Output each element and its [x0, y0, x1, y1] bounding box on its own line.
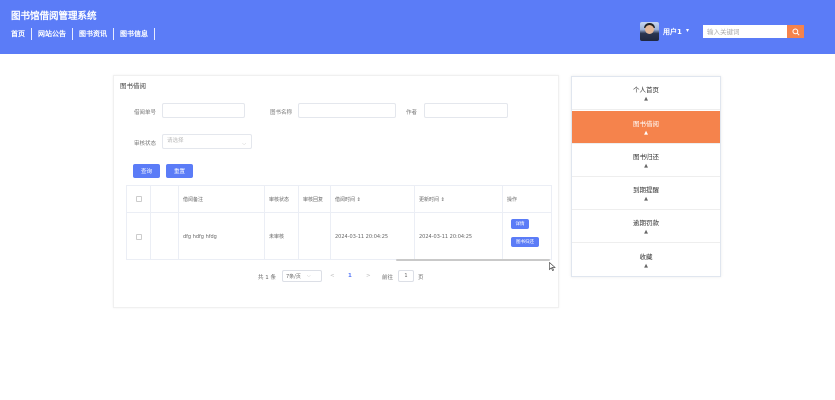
table-row: dfg hdfg hfdg 未审核 2024-03-11 20:04:25 20…	[127, 213, 551, 260]
row-ops-cell: 详情 图书归还	[503, 213, 551, 260]
search-input[interactable]	[703, 25, 787, 38]
side-item-return[interactable]: 图书归还 ▲	[572, 144, 720, 177]
nav-book-info[interactable]: 图书信息	[120, 29, 148, 39]
menu-icon: ▲	[644, 96, 648, 102]
page-size-select[interactable]: 7条/页 ⌵	[282, 270, 322, 282]
row-index-cell	[151, 213, 179, 260]
page-suffix: 页	[418, 275, 424, 281]
header-audit-reply: 审核回复	[299, 186, 331, 212]
book-name-label: 图书名称	[270, 110, 293, 116]
side-item-favorites[interactable]: 收藏 ▲	[572, 243, 720, 276]
audit-status-label: 审核状态	[134, 141, 157, 147]
header-remark: 借阅备注	[179, 186, 265, 212]
prev-page-button[interactable]: <	[330, 273, 335, 279]
row-update-time: 2024-03-11 20:04:25	[415, 213, 503, 260]
header-update-time[interactable]: 更新时间 ⇕	[415, 186, 503, 212]
menu-icon: ▲	[644, 262, 648, 269]
detail-button[interactable]: 详情	[511, 219, 529, 229]
row-audit-reply	[299, 213, 331, 260]
menu-icon: ▲	[644, 229, 648, 235]
nav-divider	[31, 28, 32, 40]
borrow-no-label: 借阅单号	[134, 110, 157, 116]
side-item-due-reminder[interactable]: 到期提醒 ▲	[572, 177, 720, 210]
top-header: 图书馆借阅管理系统 首页 网站公告 图书资讯 图书信息 用户1 ▾	[0, 0, 835, 54]
side-item-borrow[interactable]: 图书借阅 ▲	[572, 111, 720, 144]
row-select-cell	[127, 213, 151, 260]
site-title: 图书馆借阅管理系统	[11, 11, 97, 22]
chevron-down-icon: ⌵	[242, 141, 246, 147]
author-input[interactable]	[424, 103, 508, 118]
row-borrow-time: 2024-03-11 20:04:25	[331, 213, 415, 260]
book-name-input[interactable]	[298, 103, 396, 118]
header-audit-status: 审核状态	[265, 186, 299, 212]
menu-icon: ▲	[644, 130, 648, 136]
borrow-panel: 图书借阅 借阅单号 图书名称 作者 审核状态 请选择 ⌵ 查询 重置 借阅备注 …	[113, 75, 559, 308]
nav-divider	[113, 28, 114, 40]
author-label: 作者	[406, 110, 418, 116]
side-menu: 个人首页 ▲ 图书借阅 ▲ 图书归还 ▲ 到期提醒 ▲ 逾期罚款 ▲ 收藏 ▲	[571, 76, 721, 277]
side-item-profile[interactable]: 个人首页 ▲	[572, 77, 720, 110]
page-title: 图书借阅	[120, 82, 146, 90]
search-icon	[791, 27, 800, 36]
table-header: 借阅备注 审核状态 审核回复 借阅时间 ⇕ 更新时间 ⇕ 操作	[127, 186, 551, 213]
chevron-down-icon[interactable]: ▾	[686, 27, 689, 34]
header-index	[151, 186, 179, 212]
mouse-cursor-icon	[549, 262, 556, 271]
page-number-current[interactable]: 1	[348, 273, 352, 279]
nav-announcements[interactable]: 网站公告	[38, 29, 66, 39]
nav-book-news[interactable]: 图书资讯	[79, 29, 107, 39]
main-nav: 首页 网站公告 图书资讯 图书信息	[11, 27, 161, 41]
avatar[interactable]	[640, 22, 659, 41]
nav-home[interactable]: 首页	[11, 29, 25, 39]
side-item-overdue-fine[interactable]: 逾期罚款 ▲	[572, 210, 720, 243]
row-remark: dfg hdfg hfdg	[179, 213, 265, 260]
table-scrollbar[interactable]	[396, 259, 550, 261]
nav-divider	[72, 28, 73, 40]
next-page-button[interactable]: >	[366, 273, 371, 279]
menu-icon: ▲	[644, 163, 648, 169]
menu-icon: ▲	[644, 196, 648, 202]
nav-divider	[154, 28, 155, 40]
goto-page-input[interactable]: 1	[398, 270, 414, 282]
audit-status-select[interactable]: 请选择 ⌵	[162, 134, 252, 149]
borrow-no-input[interactable]	[162, 103, 245, 118]
audit-status-placeholder: 请选择	[167, 138, 184, 144]
select-all-cell	[127, 186, 151, 212]
search-button[interactable]	[787, 25, 804, 38]
chevron-down-icon: ⌵	[306, 273, 311, 279]
header-ops: 操作	[507, 196, 518, 203]
pagination-total: 共 1 条	[258, 275, 276, 281]
goto-label: 前往	[382, 275, 394, 281]
row-audit-status: 未审核	[265, 213, 299, 260]
user-name[interactable]: 用户1	[663, 27, 682, 37]
row-checkbox[interactable]	[135, 233, 142, 240]
header-borrow-time[interactable]: 借阅时间 ⇕	[331, 186, 415, 212]
borrow-table: 借阅备注 审核状态 审核回复 借阅时间 ⇕ 更新时间 ⇕ 操作 dfg hdfg…	[126, 185, 552, 260]
search-query-button[interactable]: 查询	[133, 164, 160, 178]
select-all-checkbox[interactable]	[135, 196, 142, 202]
reset-button[interactable]: 重置	[166, 164, 193, 178]
return-book-button[interactable]: 图书归还	[511, 237, 539, 247]
